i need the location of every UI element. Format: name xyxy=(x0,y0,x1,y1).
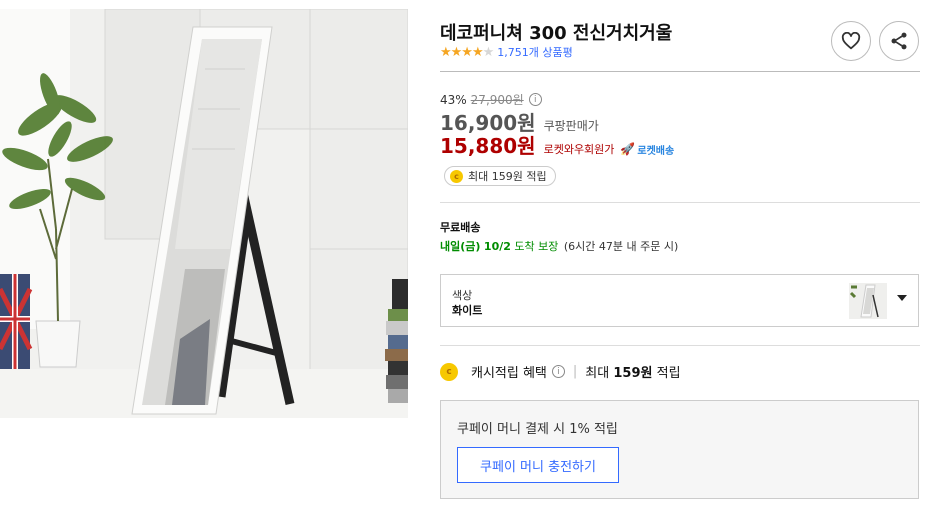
star-icons: ★★★★ xyxy=(440,44,484,60)
cash-reward-row: c 캐시적립 혜택 i | 최대 159원 적립 xyxy=(440,362,681,381)
option-thumbnail xyxy=(849,283,887,319)
chevron-down-icon xyxy=(897,295,907,301)
divider xyxy=(440,345,920,346)
mirror-photo xyxy=(0,9,408,418)
cash-max-suffix: 적립 xyxy=(656,366,681,381)
coupay-reward-text: 쿠페이 머니 결제 시 1% 적립 xyxy=(457,422,618,437)
product-image xyxy=(0,9,408,418)
divider xyxy=(440,202,920,203)
option-value: 화이트 xyxy=(452,304,483,317)
shipping-arrival: 내일(금) 10/2 도착 보장 (6시간 47분 내 주문 시) xyxy=(440,238,678,254)
info-icon[interactable]: i xyxy=(551,365,565,378)
rating-stars: ★★★★★ xyxy=(440,44,495,60)
rocket-icon: 🚀 xyxy=(620,142,636,156)
share-icon xyxy=(891,32,907,50)
coupay-box: 쿠페이 머니 결제 시 1% 적립 쿠페이 머니 충전하기 xyxy=(440,400,919,499)
reward-pill: c 최대 159원 적립 xyxy=(444,166,556,186)
coin-icon: c xyxy=(440,362,458,381)
info-icon[interactable]: i xyxy=(528,93,542,106)
divider xyxy=(440,71,920,72)
mirror-thumbnail xyxy=(849,283,887,319)
heart-icon xyxy=(841,32,861,50)
half-star-icon: ★ xyxy=(482,44,495,60)
coin-icon: c xyxy=(450,169,463,183)
product-title: 데코퍼니쳐 300 전신거치거울 xyxy=(440,23,673,44)
discount-row: 43% 27,900원 i xyxy=(440,91,542,108)
discount-rate: 43% xyxy=(440,92,467,107)
reward-text: 최대 159원 적립 xyxy=(468,170,547,183)
cash-reward-label: 캐시적립 혜택 xyxy=(471,366,547,381)
rocket-delivery-badge: 🚀 로켓배송 xyxy=(620,142,674,157)
member-price-row: 15,880원 로켓와우회원가 🚀 로켓배송 xyxy=(440,130,674,159)
rating-row: ★★★★★ 1,751개 상품평 xyxy=(440,44,573,60)
rocket-label: 로켓배송 xyxy=(637,145,675,157)
order-deadline-note: (6시간 47분 내 주문 시) xyxy=(563,240,679,253)
member-price-label: 로켓와우회원가 xyxy=(543,143,615,156)
arrival-guarantee: 도착 보장 xyxy=(514,240,559,253)
arrival-date: 10/2 xyxy=(483,240,511,253)
arrival-green-text: 내일(금) 10/2 도착 보장 xyxy=(440,240,558,253)
arrival-day: 내일(금) xyxy=(440,240,481,253)
shipping-title: 무료배송 xyxy=(440,221,481,234)
coupay-charge-button[interactable]: 쿠페이 머니 충전하기 xyxy=(457,447,619,483)
separator: | xyxy=(572,364,578,379)
cash-max-prefix: 최대 xyxy=(585,366,610,381)
cash-max-amount: 159원 xyxy=(613,366,653,381)
member-price: 15,880원 xyxy=(440,134,536,158)
share-button[interactable] xyxy=(879,21,919,61)
wishlist-button[interactable] xyxy=(831,21,871,61)
original-price: 27,900원 xyxy=(470,93,524,107)
review-count-link[interactable]: 1,751개 상품평 xyxy=(497,44,572,60)
color-option-select[interactable]: 색상 화이트 xyxy=(440,274,919,327)
option-label: 색상 xyxy=(452,289,473,302)
